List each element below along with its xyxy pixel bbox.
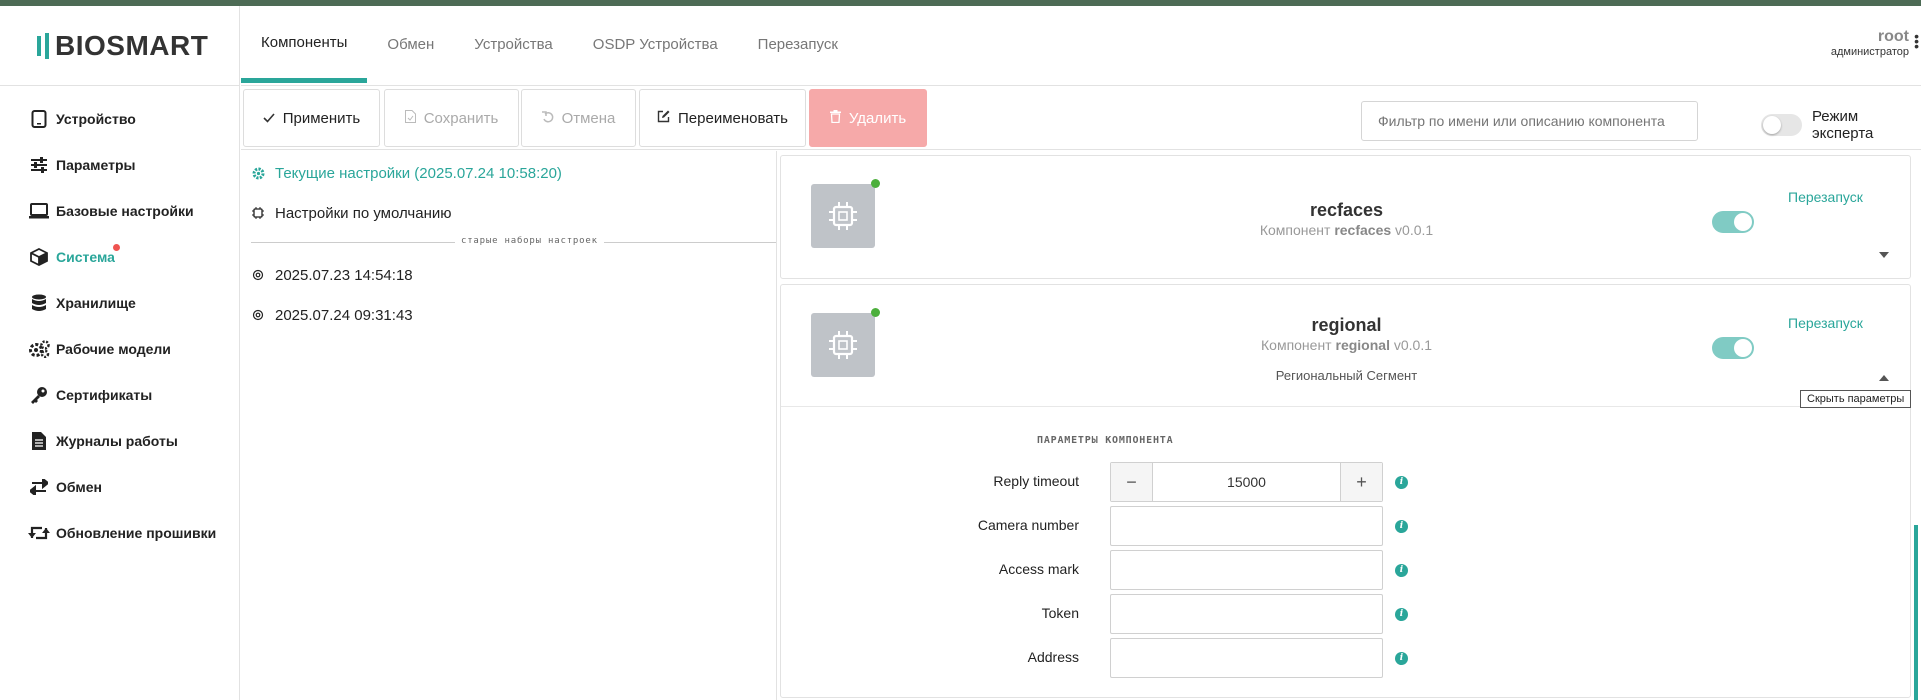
sidebar-nav: Устройство Параметры Базовые настройки С…: [0, 86, 239, 556]
info-icon[interactable]: i: [1395, 476, 1408, 489]
database-icon: [28, 292, 50, 314]
exchange-icon: [28, 476, 50, 498]
info-icon[interactable]: i: [1395, 608, 1408, 621]
component-card-regional: regional Компонент regional v0.0.1 Регио…: [780, 284, 1911, 698]
old-configs-separator: старые наборы настроек: [251, 235, 776, 249]
trash-icon: [829, 109, 841, 127]
toolbar: Применить Сохранить Отмена Переименовать…: [241, 88, 1921, 150]
sidebar-item-parameters[interactable]: Параметры: [0, 142, 239, 188]
param-token: Token i: [781, 594, 1912, 634]
gear-outline-icon: [251, 308, 265, 322]
hide-params-tooltip: Скрыть параметры: [1800, 390, 1912, 408]
user-menu[interactable]: root администратор • • •: [1830, 28, 1919, 58]
restart-link[interactable]: Перезапуск: [1788, 189, 1863, 205]
info-icon[interactable]: i: [1395, 652, 1408, 665]
card-divider: [781, 406, 1910, 407]
component-enable-switch[interactable]: [1712, 337, 1754, 359]
address-input[interactable]: [1110, 638, 1383, 678]
chevron-down-icon[interactable]: [1879, 252, 1889, 258]
info-icon[interactable]: i: [1395, 520, 1408, 533]
component-description: Региональный Сегмент: [1275, 368, 1418, 383]
param-access-mark: Access mark i: [781, 550, 1912, 590]
sidebar-item-logs[interactable]: Журналы работы: [0, 418, 239, 464]
sidebar-item-basic-settings[interactable]: Базовые настройки: [0, 188, 239, 234]
cogs-icon: [28, 338, 50, 360]
param-label: Access mark: [998, 561, 1079, 577]
chip-icon: [251, 206, 265, 220]
status-online-dot: [871, 179, 880, 188]
sidebar-item-exchange[interactable]: Обмен: [0, 464, 239, 510]
user-role: администратор: [1830, 46, 1909, 58]
param-label: Address: [1027, 649, 1079, 665]
cube-icon: [28, 246, 50, 268]
info-icon[interactable]: i: [1395, 564, 1408, 577]
edit-icon: [657, 110, 670, 127]
user-name: root: [1877, 28, 1909, 45]
reply-timeout-stepper: − 15000 +: [1110, 462, 1383, 502]
tablet-icon: [28, 108, 50, 130]
tab-components[interactable]: Компоненты: [241, 6, 368, 83]
laptop-icon: [28, 200, 50, 222]
tab-restart[interactable]: Перезапуск: [738, 6, 858, 82]
param-label: Camera number: [977, 517, 1079, 533]
expert-mode-label: Режим эксперта: [1811, 108, 1874, 142]
component-filter-input[interactable]: [1361, 101, 1698, 141]
delete-button[interactable]: Удалить: [809, 89, 927, 147]
sliders-icon: [28, 154, 50, 176]
param-address: Address i: [781, 638, 1912, 678]
chevron-up-icon[interactable]: [1879, 375, 1889, 381]
param-reply-timeout: Reply timeout − 15000 + i: [781, 462, 1912, 502]
decrement-button[interactable]: −: [1111, 463, 1152, 501]
tab-devices[interactable]: Устройства: [454, 6, 572, 82]
sidebar-item-system[interactable]: Система: [0, 234, 239, 280]
file-icon: [28, 430, 50, 452]
param-camera-number: Camera number i: [781, 506, 1912, 546]
key-icon: [28, 384, 50, 406]
retweet-icon: [28, 522, 50, 544]
component-enable-switch[interactable]: [1712, 211, 1754, 233]
tab-osdp-devices[interactable]: OSDP Устройства: [573, 6, 738, 82]
config-old-item[interactable]: 2025.07.24 09:31:43: [241, 295, 776, 335]
components-list: recfaces Компонент recfaces v0.0.1 Перез…: [780, 151, 1912, 700]
check-icon: [263, 110, 275, 127]
cancel-button[interactable]: Отмена: [521, 89, 636, 147]
reply-timeout-value[interactable]: 15000: [1152, 463, 1341, 501]
config-sets-panel: Текущие настройки (2025.07.24 10:58:20) …: [241, 151, 777, 700]
save-button[interactable]: Сохранить: [384, 89, 519, 147]
sidebar-item-certificates[interactable]: Сертификаты: [0, 372, 239, 418]
config-old-item[interactable]: 2025.07.23 14:54:18: [241, 255, 776, 295]
increment-button[interactable]: +: [1341, 463, 1382, 501]
gear-icon: [251, 166, 265, 180]
sidebar-item-device[interactable]: Устройство: [0, 96, 239, 142]
sidebar-item-firmware-update[interactable]: Обновление прошивки: [0, 510, 239, 556]
sidebar-item-storage[interactable]: Хранилище: [0, 280, 239, 326]
config-default[interactable]: Настройки по умолчанию: [241, 193, 776, 233]
notification-dot: [113, 244, 120, 251]
top-tabs-bar: Компоненты Обмен Устройства OSDP Устройс…: [241, 6, 1921, 86]
apply-button[interactable]: Применить: [243, 89, 380, 147]
camera-number-input[interactable]: [1110, 506, 1383, 546]
token-input[interactable]: [1110, 594, 1383, 634]
rename-button[interactable]: Переименовать: [639, 89, 806, 147]
tab-exchange[interactable]: Обмен: [367, 6, 454, 82]
restart-link[interactable]: Перезапуск: [1788, 315, 1863, 331]
undo-icon: [541, 110, 554, 127]
kebab-menu-icon[interactable]: • • •: [1914, 29, 1919, 53]
logo-text: BIOSMART: [55, 29, 209, 61]
access-mark-input[interactable]: [1110, 550, 1383, 590]
params-header: ПАРАМЕТРЫ КОМПОНЕНТА: [1037, 435, 1174, 446]
param-label: Token: [1041, 605, 1079, 621]
component-card-recfaces: recfaces Компонент recfaces v0.0.1 Перез…: [780, 155, 1911, 279]
gear-outline-icon: [251, 268, 265, 282]
param-label: Reply timeout: [993, 473, 1079, 489]
sidebar-item-work-models[interactable]: Рабочие модели: [0, 326, 239, 372]
component-name: regional: [1311, 315, 1382, 335]
expert-mode-switch[interactable]: [1761, 114, 1802, 136]
scrollbar[interactable]: [1914, 525, 1918, 700]
logo: BIOSMART: [0, 6, 239, 86]
sidebar: BIOSMART Устройство Параметры Базовые на…: [0, 6, 240, 700]
expert-mode-toggle[interactable]: Режим эксперта: [1761, 108, 1921, 142]
config-current[interactable]: Текущие настройки (2025.07.24 10:58:20): [241, 153, 776, 193]
file-save-icon: [404, 109, 416, 127]
